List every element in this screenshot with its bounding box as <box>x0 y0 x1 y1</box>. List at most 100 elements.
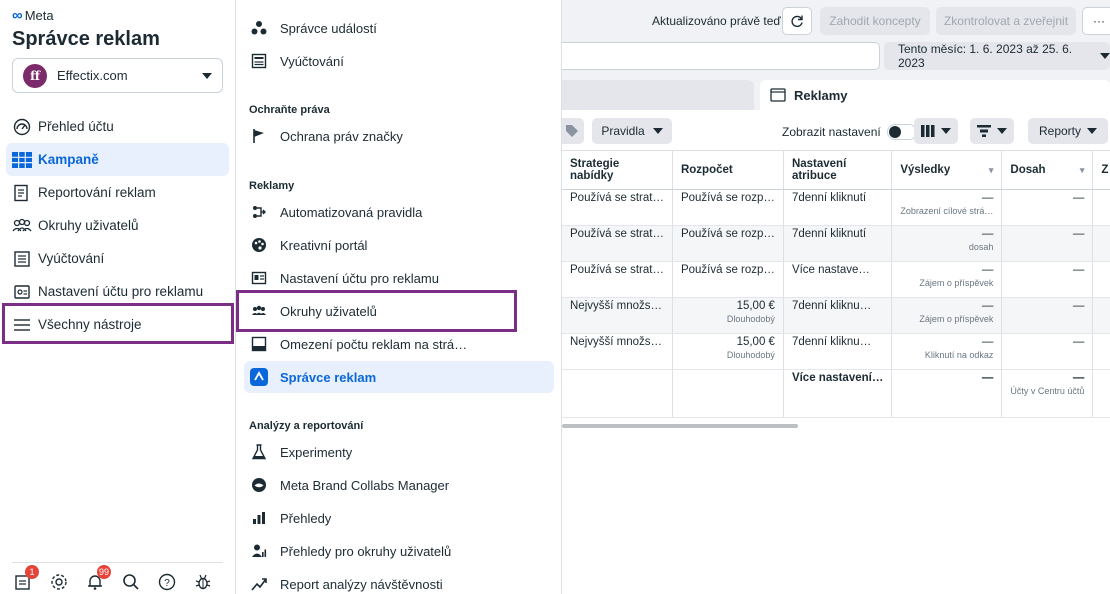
total-attribution: Více nastavení… <box>783 369 893 418</box>
sidebar-item-label: Vyúčtování <box>38 251 105 266</box>
tab-ads[interactable]: Reklamy <box>760 80 1110 110</box>
sidebar: ∞ Meta Správce reklam ff Effectix.com Př… <box>0 0 236 594</box>
columns-button[interactable] <box>914 118 958 144</box>
reports-dropdown[interactable]: Reporty <box>1028 118 1108 144</box>
cell-results: — Kliknutí na odkaz <box>891 333 1003 370</box>
date-range-label: Tento měsíc: 1. 6. 2023 až 25. 6. 2023 <box>898 42 1073 70</box>
alerts-button[interactable]: 99 <box>84 565 111 593</box>
tool-label: Report analýzy návštěvnosti <box>280 576 443 592</box>
tool-audience-insights[interactable]: Přehledy pro okruhy uživatelů <box>244 535 554 567</box>
cell-truncated <box>1092 333 1110 370</box>
table-row[interactable]: Nejvyšší množs… 15,00 € Dlouhodobý 7denní… <box>562 333 1110 370</box>
highlight-audiences <box>236 290 517 332</box>
sort-caret-icon[interactable]: ▾ <box>989 164 994 176</box>
refresh-icon <box>791 15 803 28</box>
tool-brand-collabs-manager[interactable]: Meta Brand Collabs Manager <box>244 469 554 501</box>
search-button[interactable] <box>120 571 142 593</box>
tool-brand-rights-protection[interactable]: Ochrana práv značky <box>244 120 554 152</box>
sort-caret-icon[interactable]: ▾ <box>1080 164 1085 176</box>
tool-label: Experimenty <box>280 444 353 460</box>
search-filter-bar[interactable] <box>562 42 880 70</box>
table-row[interactable]: Nejvyšší množs… 15,00 € Dlouhodobý 7denní… <box>562 297 1110 334</box>
tool-billing[interactable]: Vyúčtování <box>244 45 554 77</box>
sidebar-item-campaigns[interactable]: Kampaně <box>6 143 229 176</box>
bug-report-button[interactable] <box>192 571 214 593</box>
caret-down-icon <box>652 128 663 134</box>
total-cell <box>1092 369 1110 418</box>
ads-table-panel: Pravidla Zobrazit nastavení Reporty Stra… <box>562 110 1110 594</box>
cell-reach: — <box>1001 297 1094 334</box>
tool-label: Správce reklam <box>280 369 377 385</box>
sidebar-item-account-overview[interactable]: Přehled účtu <box>6 110 229 143</box>
gear-icon <box>51 574 67 590</box>
review-publish-button[interactable]: Zkontrolovat a zveřejnit <box>936 7 1076 35</box>
help-button[interactable]: ? <box>156 571 178 593</box>
tool-experiments[interactable]: Experimenty <box>244 436 554 468</box>
sidebar-item-audiences[interactable]: Okruhy uživatelů <box>6 209 229 242</box>
tool-label: Přehledy <box>280 510 332 526</box>
breakdown-button[interactable] <box>970 118 1014 144</box>
app-title: Správce reklam <box>12 28 160 50</box>
all-tools-panel: Správce událostí Vyúčtování Ochraňte prá… <box>236 0 562 594</box>
sidebar-item-label: Nastavení účtu pro reklamu <box>38 284 204 299</box>
total-results: — <box>891 369 1003 418</box>
rules-label: Pravidla <box>601 124 645 138</box>
refresh-button[interactable] <box>782 7 812 35</box>
tag-button[interactable] <box>562 118 584 144</box>
tool-insights[interactable]: Přehledy <box>244 502 554 534</box>
show-settings-toggle[interactable]: Zobrazit nastavení <box>782 124 917 140</box>
tab-ad-sets[interactable] <box>562 80 754 110</box>
results-sub: Kliknutí na odkaz <box>924 350 994 360</box>
tool-traffic-analysis-report[interactable]: Report analýzy návštěvnosti <box>244 568 554 594</box>
sidebar-item-ad-reporting[interactable]: Reportování reklam <box>6 176 229 209</box>
cell-budget: Používá se rozp… <box>672 225 784 262</box>
tool-automated-rules[interactable]: Automatizovaná pravidla <box>244 196 554 228</box>
date-range-picker[interactable]: Tento měsíc: 1. 6. 2023 až 25. 6. 2023 <box>884 42 1110 70</box>
cell-attribution: 7denní kliknu… <box>783 333 893 370</box>
settings-button[interactable] <box>48 571 70 593</box>
column-header-bid-strategy[interactable]: Strategie nabídky <box>562 150 673 190</box>
cell-budget: 15,00 € Dlouhodobý <box>672 333 784 370</box>
section-title-analytics: Analýzy a reportování <box>249 420 364 432</box>
more-options-button[interactable]: ··· <box>1082 7 1110 35</box>
discard-drafts-button[interactable]: Zahodit koncepty <box>820 7 930 35</box>
table-row[interactable]: Používá se strat… Používá se rozp… 7denn… <box>562 225 1110 262</box>
columns-icon <box>921 125 935 137</box>
column-header-budget[interactable]: Rozpočet <box>672 150 784 190</box>
cell-attribution: 7denní kliknu… <box>783 297 893 334</box>
alerts-badge: 99 <box>96 565 111 579</box>
rules-dropdown[interactable]: Pravidla <box>592 118 672 144</box>
column-header-results[interactable]: Výsledky ▾ <box>891 150 1003 190</box>
tool-label: Ochrana práv značky <box>280 128 403 144</box>
tool-label: Přehledy pro okruhy uživatelů <box>280 543 452 559</box>
highlight-all-tools <box>2 303 234 344</box>
billing-icon <box>250 52 268 70</box>
budget-sub: Dlouhodobý <box>726 314 775 324</box>
toggle-switch[interactable] <box>886 124 917 140</box>
tool-ad-limits-per-page[interactable]: Omezení počtu reklam na strá… <box>244 328 554 360</box>
bug-icon <box>195 574 211 590</box>
meta-logo[interactable]: ∞ Meta <box>12 7 54 24</box>
column-header-reach[interactable]: Dosah ▾ <box>1001 150 1094 190</box>
ad-limit-icon <box>250 335 268 353</box>
table-row[interactable]: Používá se strat… Používá se rozp… Více … <box>562 261 1110 298</box>
column-header-label: Výsledky <box>900 164 951 176</box>
tool-ads-manager[interactable]: Správce reklam <box>244 361 554 393</box>
column-header-truncated[interactable]: Z <box>1092 150 1110 190</box>
cell-reach: — <box>1001 333 1094 370</box>
horizontal-scrollbar[interactable] <box>562 424 798 428</box>
sidebar-item-label: Okruhy uživatelů <box>38 218 139 233</box>
notifications-button[interactable]: 1 <box>12 565 39 593</box>
table-row[interactable]: Používá se strat… Používá se rozp… 7denn… <box>562 189 1110 226</box>
tool-events-manager[interactable]: Správce událostí <box>244 12 554 44</box>
results-value: — <box>981 336 994 348</box>
cell-bid-strategy: Nejvyšší množs… <box>562 333 673 370</box>
audience-icon <box>12 216 32 236</box>
cell-results: — Zájem o příspěvek <box>891 261 1003 298</box>
tool-creative-hub[interactable]: Kreativní portál <box>244 229 554 261</box>
account-selector[interactable]: ff Effectix.com <box>12 58 223 93</box>
billing-icon <box>12 249 32 269</box>
column-header-attribution[interactable]: Nastavení atribuce <box>783 150 893 190</box>
cell-results: — Zobrazení cílové strá… <box>891 189 1003 226</box>
sidebar-item-billing[interactable]: Vyúčtování <box>6 242 229 275</box>
